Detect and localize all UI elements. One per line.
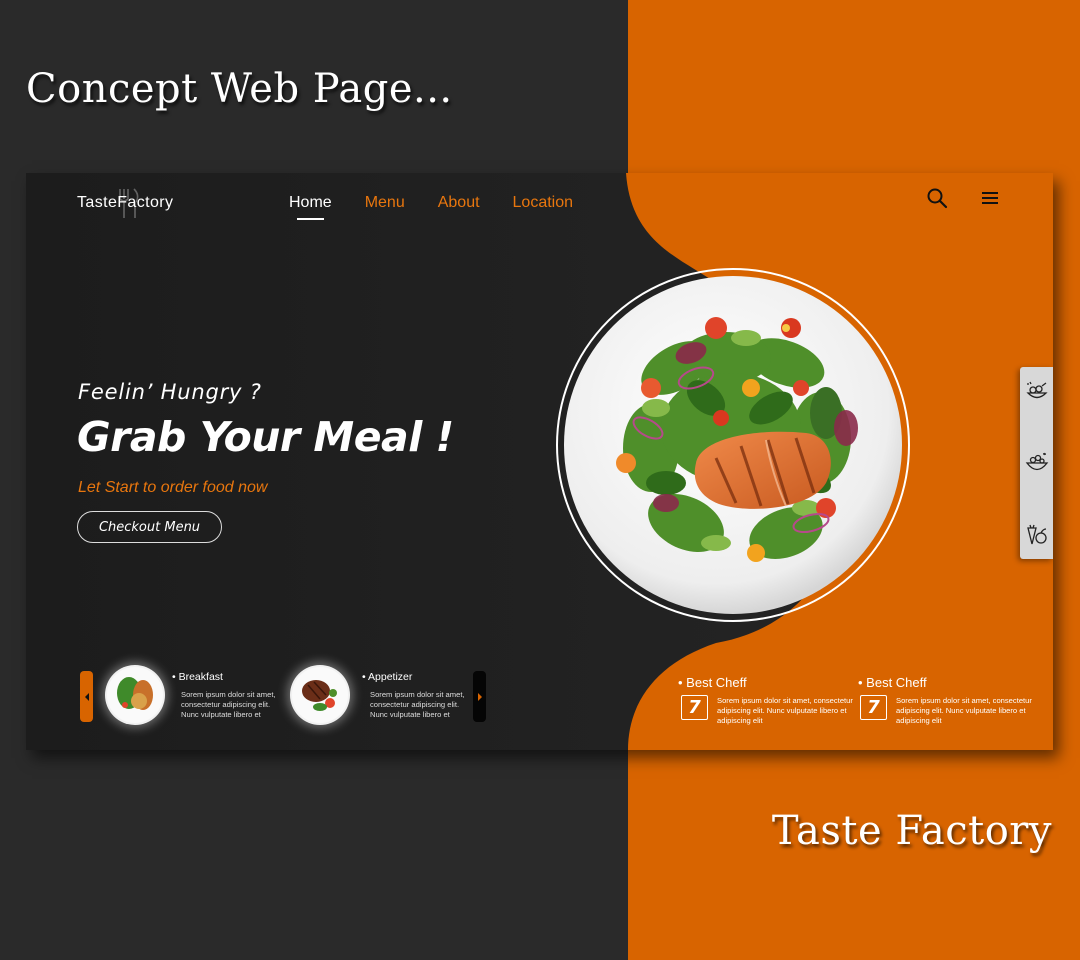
hamburger-menu-icon[interactable] xyxy=(977,185,1003,211)
carousel-next-button[interactable] xyxy=(473,671,486,722)
breakfast-title: • Breakfast xyxy=(172,671,223,683)
appetizer-description: Sorem ipsum dolor sit amet, consectetur … xyxy=(370,690,465,719)
category-side-panel xyxy=(1020,367,1053,559)
salmon-salad-plate-image xyxy=(556,268,910,622)
vegetables-category-icon[interactable] xyxy=(1024,522,1050,548)
hero-tagline: Let Start to order food now xyxy=(78,479,268,496)
chef-card-description: Sorem ipsum dolor sit amet, consectetur … xyxy=(717,696,853,725)
breakfast-description: Sorem ipsum dolor sit amet, consectetur … xyxy=(181,690,276,719)
chef-card-description: Sorem ipsum dolor sit amet, consectetur … xyxy=(896,696,1032,725)
chef-card-title: • Best Cheff xyxy=(858,675,927,690)
appetizer-thumbnail[interactable] xyxy=(290,665,350,725)
search-icon[interactable] xyxy=(924,185,950,211)
site-logo[interactable]: TasteFactory xyxy=(77,194,173,212)
chef-card-title: • Best Cheff xyxy=(678,675,747,690)
chef-rank-badge: 7 xyxy=(860,695,887,720)
bowl-category-icon[interactable] xyxy=(1024,450,1050,476)
nav-about[interactable]: About xyxy=(438,194,480,212)
website-mockup: TasteFactory Home Menu About Location Fe… xyxy=(26,173,1053,750)
appetizer-title: • Appetizer xyxy=(362,671,413,683)
carousel-prev-button[interactable] xyxy=(80,671,93,722)
salad-category-icon[interactable] xyxy=(1024,378,1050,404)
poster-brand-name: Taste Factory xyxy=(771,808,1052,854)
hero-title: Grab Your Meal ! xyxy=(77,413,454,461)
main-nav: Home Menu About Location xyxy=(289,194,574,220)
chef-rank-badge: 7 xyxy=(681,695,708,720)
nav-menu[interactable]: Menu xyxy=(365,194,405,212)
breakfast-thumbnail[interactable] xyxy=(105,665,165,725)
poster-title: Concept Web Page... xyxy=(26,66,453,112)
hero-subtitle: Feelin’ Hungry ? xyxy=(78,380,262,404)
checkout-menu-button[interactable]: Checkout Menu xyxy=(77,511,222,543)
nav-location[interactable]: Location xyxy=(513,194,574,212)
nav-home[interactable]: Home xyxy=(289,194,332,220)
